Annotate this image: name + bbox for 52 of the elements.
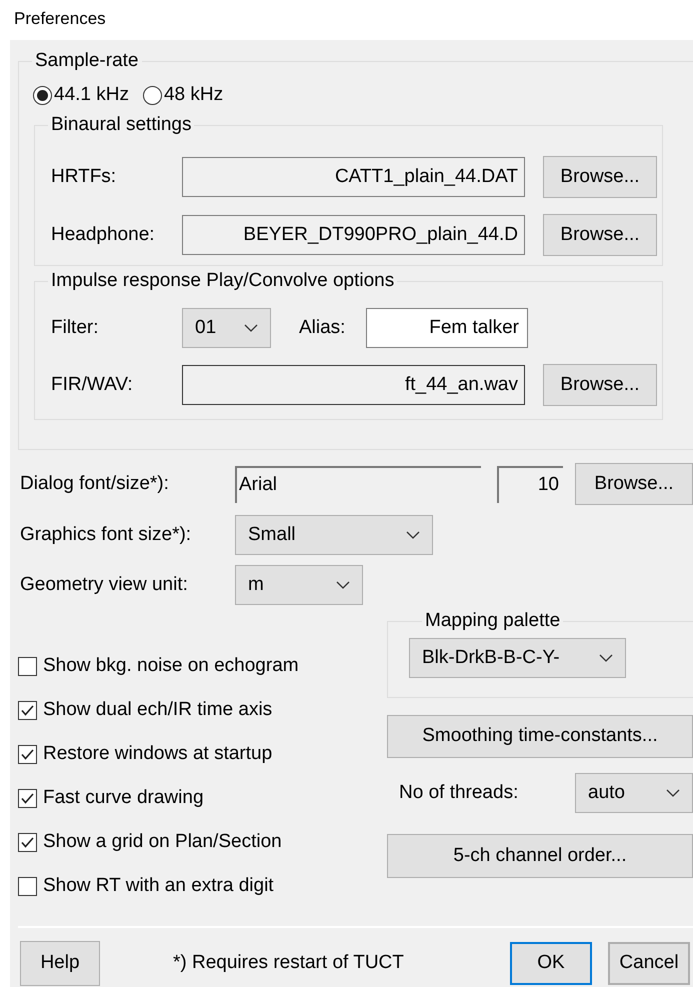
help-button[interactable]: Help [20,940,100,986]
alias-field[interactable]: Fem talker [366,308,528,348]
field-label: FIR/WAV: [51,372,134,397]
threads-dropdown[interactable]: auto [575,773,693,813]
chevron-down-icon [244,324,258,332]
field-label: Graphics font size*): [20,522,192,547]
path-field[interactable]: ft_44_an.wav [182,365,525,405]
checkmark-icon [21,748,34,760]
group-label: Binaural settings [50,114,192,136]
unit-dropdown[interactable]: m [235,565,363,605]
smoothing-button[interactable]: Smoothing time-constants... [387,715,693,758]
dialog-button[interactable]: OK [510,942,592,984]
checkbox[interactable]: Show bkg. noise on echogram [18,644,387,688]
path-field[interactable]: BEYER_DT990PRO_plain_44.D [182,215,525,255]
palette-dropdown[interactable]: Blk-DrkB-B-C-Y- [409,638,626,678]
radio-button[interactable]: 48 kHz [142,80,224,110]
group-label: Mapping palette [424,610,562,632]
chevron-down-icon [406,531,420,539]
font-field[interactable]: Arial [235,466,481,502]
browse-button[interactable]: Browse... [543,214,657,256]
browse-button[interactable]: Browse... [575,463,693,505]
group-label: Sample-rate [34,50,140,72]
chevron-down-icon [336,581,350,589]
checkbox[interactable]: Restore windows at startup [18,732,387,776]
window-title: Preferences [13,8,107,30]
radio-button[interactable]: 44.1 kHz [33,80,129,110]
path-field[interactable]: CATT1_plain_44.DAT [182,157,525,197]
field-label: Headphone: [51,222,156,247]
dialog-button[interactable]: Cancel [608,942,690,984]
field-label: No of threads: [399,780,518,805]
checkbox[interactable]: Show dual ech/IR time axis [18,688,387,732]
field-label: Geometry view unit: [20,572,189,597]
field-label: Alias: [299,316,346,340]
group-label: Impulse response Play/Convolve options [50,270,396,292]
font-size-dropdown[interactable]: Small [235,515,433,555]
browse-button[interactable]: Browse... [543,156,657,198]
checkmark-icon [21,836,34,848]
checkbox[interactable]: Show a grid on Plan/Section [18,820,387,864]
chevron-down-icon [666,789,680,797]
size-field[interactable]: 10 [497,466,563,502]
chevron-down-icon [599,654,613,662]
restart-note: *) Requires restart of TUCT [173,950,405,975]
field-label: Filter: [51,316,100,340]
browse-button[interactable]: Browse... [543,364,657,406]
channel-order-button[interactable]: 5-ch channel order... [387,834,693,878]
checkbox[interactable]: Fast curve drawing [18,776,387,820]
checkmark-icon [21,704,34,716]
checkbox[interactable]: Show RT with an extra digit [18,864,387,908]
field-label: Dialog font/size*): [20,472,170,496]
filter-dropdown[interactable]: 01 [182,308,271,348]
field-label: HRTFs: [51,164,118,189]
checkmark-icon [21,792,34,804]
